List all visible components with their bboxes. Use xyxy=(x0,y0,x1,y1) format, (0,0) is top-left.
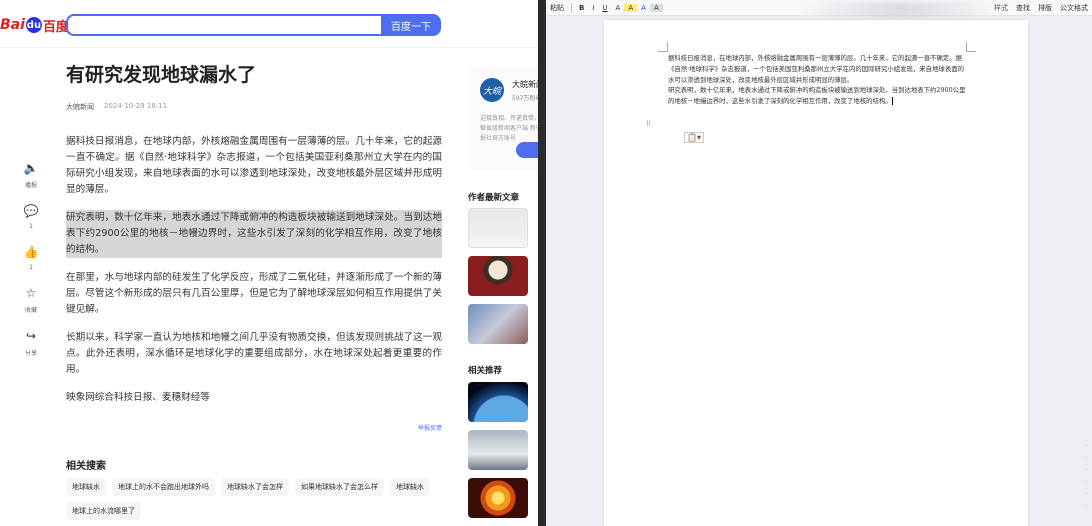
author-name[interactable]: 大皖新闻 xyxy=(512,79,538,90)
drag-handle-icon[interactable]: ⠿ xyxy=(646,120,651,128)
underline-button[interactable]: U xyxy=(598,4,611,12)
margin-corner-mark xyxy=(658,42,668,52)
article-meta: 大皖新闻 2024-10-29 18:11 xyxy=(66,102,442,112)
author-fans: 597万粉丝 xyxy=(512,95,538,102)
paste-button[interactable]: 粘贴 xyxy=(546,3,568,13)
author-avatar[interactable]: 大皖 xyxy=(480,78,504,102)
action-label: 播报 xyxy=(24,182,37,189)
action-star[interactable]: ☆ 收藏 xyxy=(14,285,48,314)
action-label: 分享 xyxy=(24,350,37,357)
highlight-button[interactable]: A xyxy=(624,3,638,12)
latest-article-thumb[interactable] xyxy=(468,208,528,248)
bold-button[interactable]: B xyxy=(575,4,588,12)
baidu-logo[interactable]: Bai du 百度 xyxy=(0,14,69,36)
related-thumb[interactable] xyxy=(468,478,528,518)
official-format-button[interactable]: 公文格式 xyxy=(1056,3,1092,13)
article-paragraph-selected: 研究表明，数十亿年来，地表水通过下降或俯冲的构造板块被输送到地球深处。当到达地表… xyxy=(66,210,442,258)
baidu-header: Bai du 百度 百度一下 xyxy=(0,0,538,48)
speaker-icon: 🔈 xyxy=(23,161,39,175)
paw-icon: du xyxy=(25,17,42,33)
related-search-chip[interactable]: 地球缺水 xyxy=(66,478,106,496)
author-description: 迎接真相、传递真情，安徽省级新闻客户端 新安晚报社官方账号 xyxy=(480,115,538,142)
related-search-chip[interactable]: 地球上的水不会跑出地球外吗 xyxy=(112,478,215,496)
scrollbar-dots[interactable]: · · · · · · xyxy=(1086,440,1090,512)
baidu-article-pane: Bai du 百度 百度一下 🔈 播报 💬 1 👍 1 ☆ 收藏 ↪ 分享 有研究发现地球漏水了 … xyxy=(0,0,538,526)
article-credit: 映象网综合科技日报、麦穗财经等 xyxy=(66,392,210,403)
article-paragraph: 长期以来，科学家一直认为地核和地幔之间几乎没有物质交换，但该发现则挑战了这一观点… xyxy=(66,332,442,375)
action-thumbs-up[interactable]: 👍 1 xyxy=(14,244,48,271)
article-source[interactable]: 大皖新闻 xyxy=(66,102,94,112)
window-divider[interactable] xyxy=(538,0,546,526)
action-label: 收藏 xyxy=(24,307,37,314)
related-search-chips: 地球缺水 地球上的水不会跑出地球外吗 地球缺水了会怎样 如果地球缺水了会怎么样 … xyxy=(66,478,446,520)
article-title: 有研究发现地球漏水了 xyxy=(66,64,257,86)
text-cursor xyxy=(891,97,893,106)
char-shading-button[interactable]: A xyxy=(649,3,663,12)
share-icon: ↪ xyxy=(25,329,37,343)
italic-button[interactable]: I xyxy=(588,4,598,12)
action-label: 1 xyxy=(29,223,33,230)
related-search-title: 相关搜索 xyxy=(66,461,106,472)
font-color-button[interactable]: A xyxy=(612,4,625,12)
margin-corner-mark xyxy=(966,42,976,52)
document-paragraph: 据科技日报消息，在地球内部，外核熔融金属周围有一层薄薄的层。几十年来，它的起源一… xyxy=(668,54,964,84)
action-comment[interactable]: 💬 1 xyxy=(14,203,48,230)
article-date: 2024-10-29 18:11 xyxy=(104,102,168,110)
related-search-chip[interactable]: 地球上的水流哪里了 xyxy=(66,502,141,520)
search-input[interactable] xyxy=(66,14,382,36)
find-button[interactable]: 查找 xyxy=(1012,3,1034,13)
article-action-bar: 🔈 播报 💬 1 👍 1 ☆ 收藏 ↪ 分享 xyxy=(14,160,48,371)
wps-document-pane: 粘贴 B I U A A A A 样式 查找 排版 公文格式 据科技日报消息，在… xyxy=(546,0,1092,526)
related-recommend-title: 相关推荐 xyxy=(468,366,503,376)
search-button[interactable]: 百度一下 xyxy=(381,14,441,36)
article-paragraph: 据科技日报消息，在地球内部，外核熔融金属周围有一层薄薄的层。几十年来，它的起源一… xyxy=(66,136,442,195)
related-thumb[interactable] xyxy=(468,430,528,470)
document-page[interactable]: 据科技日报消息，在地球内部，外核熔融金属周围有一层薄薄的层。几十年来，它的起源一… xyxy=(604,20,1028,526)
latest-article-thumb[interactable] xyxy=(468,256,528,296)
author-card: 大皖 大皖新闻 597万粉丝 迎接真相、传递真情，安徽省级新闻客户端 新安晚报社… xyxy=(468,66,538,170)
toolbar-separator xyxy=(571,2,572,13)
related-thumb[interactable] xyxy=(468,382,528,422)
article-body: 据科技日报消息，在地球内部，外核熔融金属周围有一层薄薄的层。几十年来，它的起源一… xyxy=(66,134,442,406)
latest-articles-title: 作者最新文章 xyxy=(468,193,520,203)
related-search-chip[interactable]: 地球缺水了会怎样 xyxy=(221,478,289,496)
document-paragraph: 研究表明，数十亿年来，地表水通过下降或俯冲的构造板块被输送到地球深处。当到达地表… xyxy=(668,86,966,106)
text-color-button[interactable]: A xyxy=(637,4,650,12)
related-search-chip[interactable]: 地球缺水 xyxy=(390,478,430,496)
comment-icon: 💬 xyxy=(23,204,39,218)
blurred-ribbon xyxy=(796,2,1006,18)
article-paragraph: 在那里，水与地球内部的硅发生了化学反应，形成了二氧化硅，并逐渐形成了一个新的薄层… xyxy=(66,272,442,315)
paste-options-icon[interactable]: 📋▾ xyxy=(684,132,704,143)
action-label: 1 xyxy=(29,264,33,271)
latest-article-thumb[interactable] xyxy=(468,304,528,344)
related-search-chip[interactable]: 如果地球缺水了会怎么样 xyxy=(295,478,384,496)
star-icon: ☆ xyxy=(25,286,37,300)
action-speaker[interactable]: 🔈 播报 xyxy=(14,160,48,189)
article: 有研究发现地球漏水了 大皖新闻 2024-10-29 18:11 据科技日报消息… xyxy=(66,62,442,432)
action-share[interactable]: ↪ 分享 xyxy=(14,328,48,357)
document-text[interactable]: 据科技日报消息，在地球内部，外核熔融金属周围有一层薄薄的层。几十年来，它的起源一… xyxy=(668,53,968,107)
thumbs-up-icon: 👍 xyxy=(23,245,39,259)
layout-button[interactable]: 排版 xyxy=(1034,3,1056,13)
report-feedback-link[interactable]: 举报反馈 xyxy=(418,423,442,432)
follow-button[interactable] xyxy=(516,142,538,158)
